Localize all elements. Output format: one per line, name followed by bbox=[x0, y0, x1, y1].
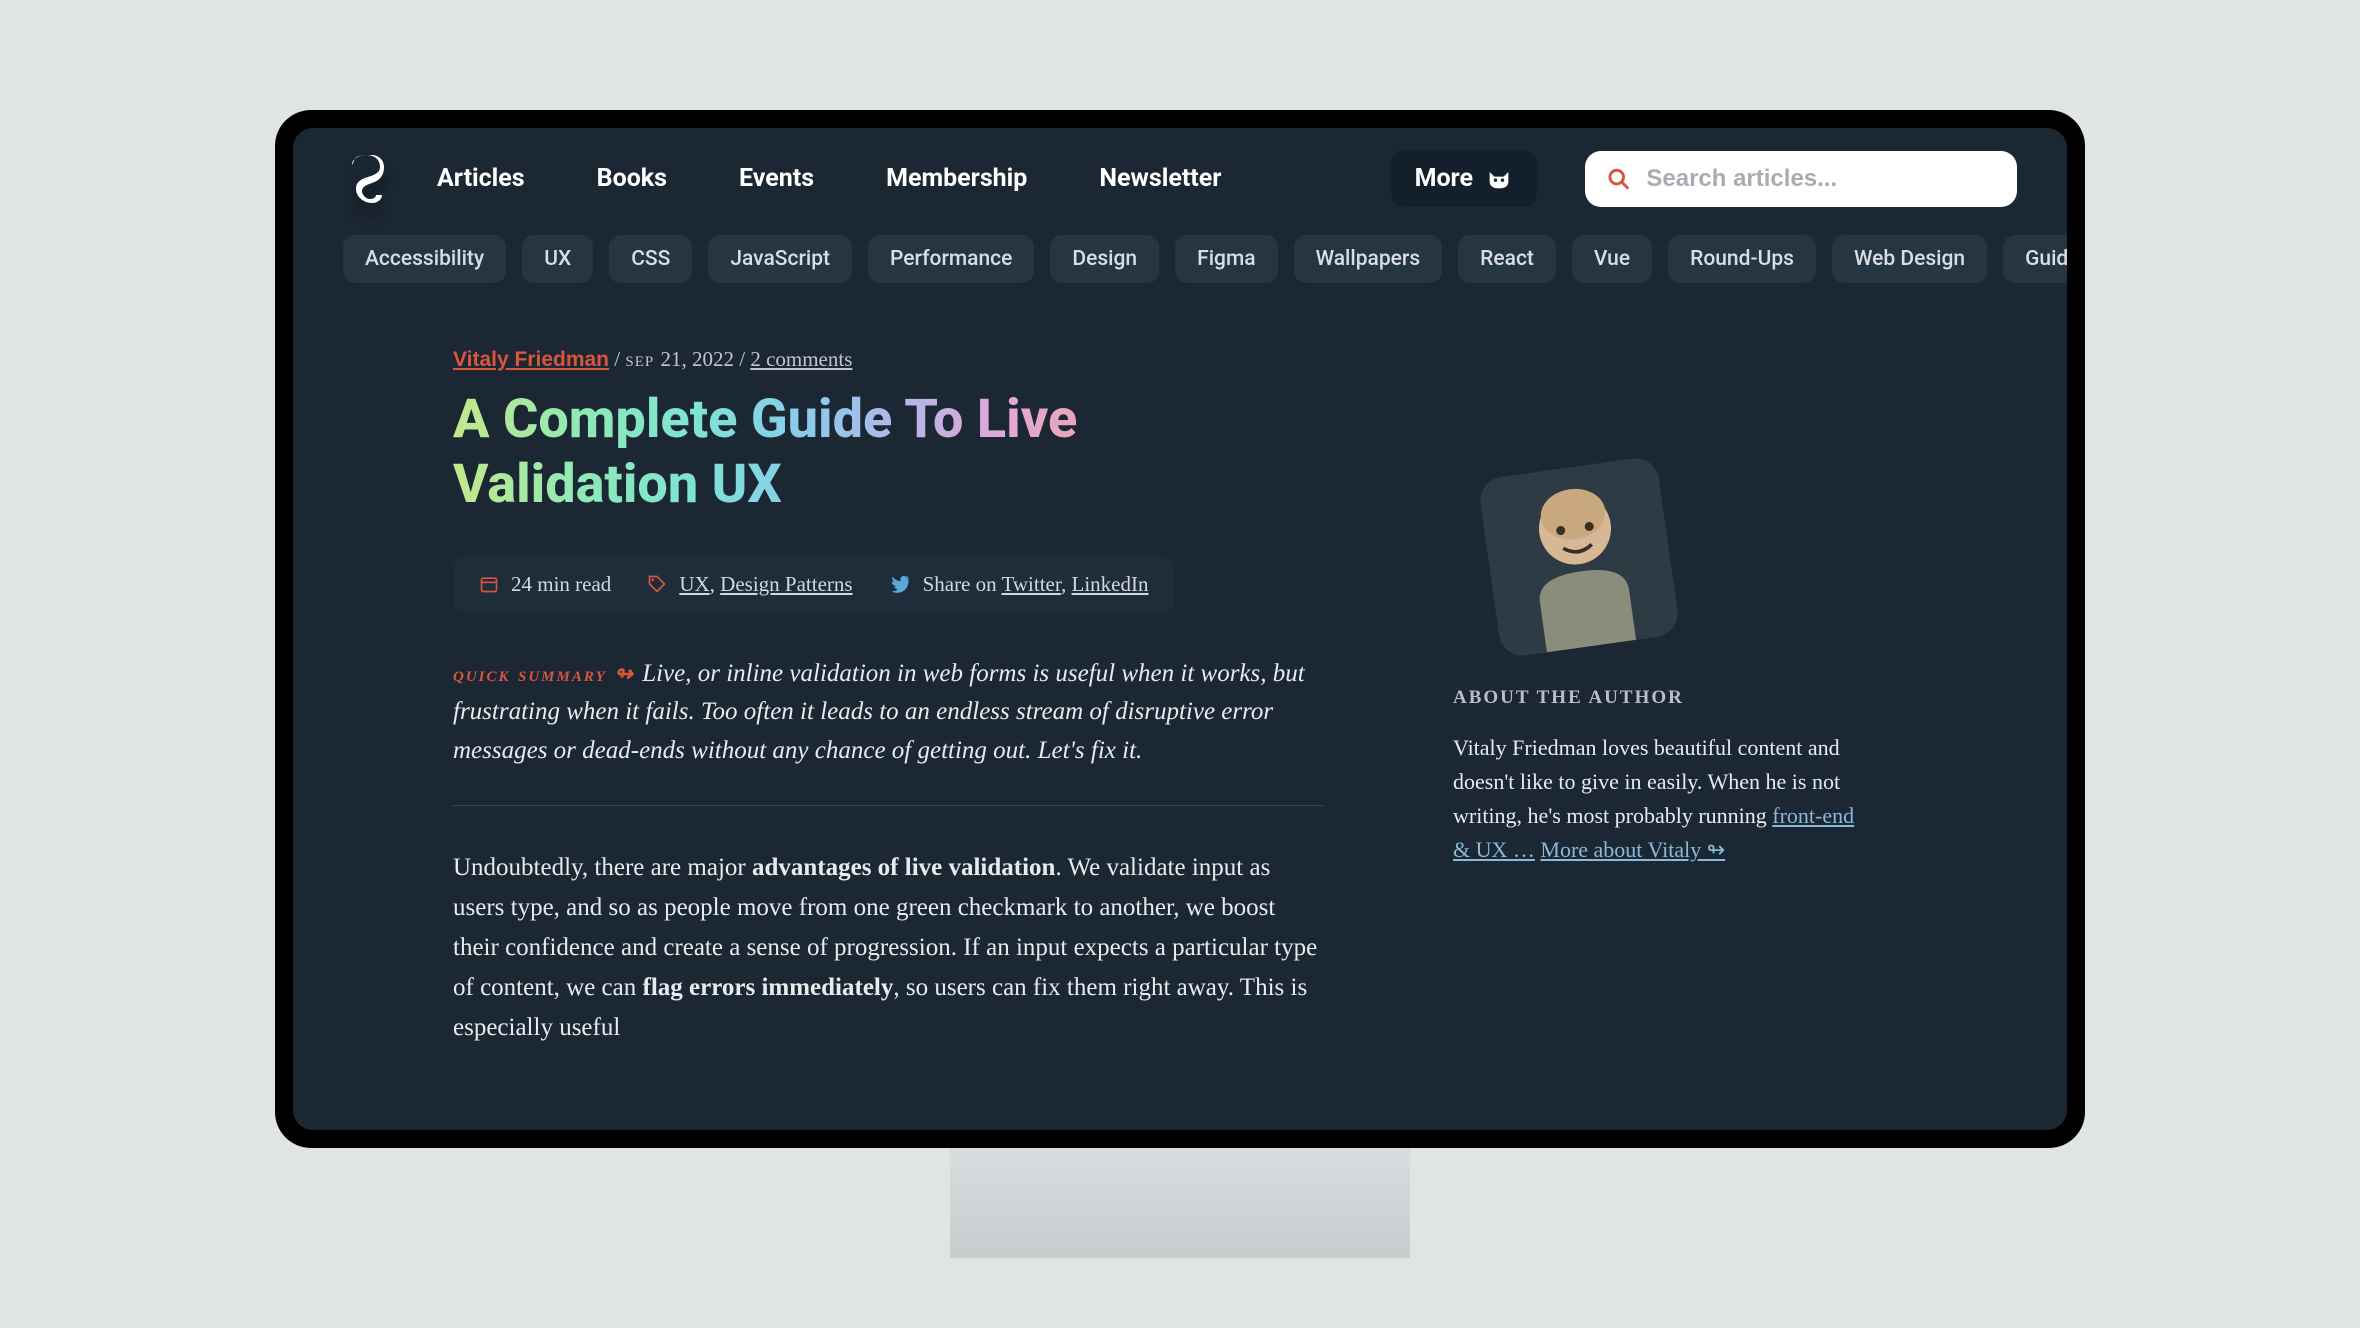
cat-icon bbox=[1485, 165, 1513, 193]
tag-javascript[interactable]: JavaScript bbox=[708, 235, 852, 283]
body-1a: Undoubtedly, there are major bbox=[453, 854, 752, 881]
search-input[interactable] bbox=[1646, 165, 1995, 193]
meta-bar: 24 min read UX, Design Patterns Sha bbox=[453, 556, 1175, 613]
summary-label: quick summary ↬ bbox=[453, 661, 642, 686]
tag-link-ux[interactable]: UX bbox=[679, 572, 709, 596]
byline-sep1: / bbox=[609, 347, 625, 371]
content: Vitaly Friedman / sep 21, 2022 / 2 comme… bbox=[293, 301, 2067, 1048]
search-box[interactable] bbox=[1585, 151, 2017, 207]
share-twitter[interactable]: Twitter bbox=[1002, 572, 1062, 596]
share-prefix: Share on bbox=[923, 572, 1002, 596]
date-prefix: sep bbox=[625, 347, 660, 371]
main-column: Vitaly Friedman / sep 21, 2022 / 2 comme… bbox=[453, 347, 1323, 1048]
read-time: 24 min read bbox=[479, 572, 611, 597]
tag-css[interactable]: CSS bbox=[609, 235, 692, 283]
comments-link[interactable]: 2 comments bbox=[750, 347, 852, 371]
more-label: More bbox=[1415, 164, 1473, 193]
nav-events[interactable]: Events bbox=[739, 164, 814, 193]
quick-summary: quick summary ↬ Live, or inline validati… bbox=[453, 655, 1323, 771]
main-nav: Articles Books Events Membership Newslet… bbox=[437, 164, 1343, 193]
header: Articles Books Events Membership Newslet… bbox=[293, 128, 2067, 229]
tag-performance[interactable]: Performance bbox=[868, 235, 1034, 283]
byline: Vitaly Friedman / sep 21, 2022 / 2 comme… bbox=[453, 347, 1323, 372]
tag-figma[interactable]: Figma bbox=[1175, 235, 1277, 283]
share-sep: , bbox=[1061, 572, 1072, 596]
tag-vue[interactable]: Vue bbox=[1572, 235, 1652, 283]
nav-newsletter[interactable]: Newsletter bbox=[1099, 164, 1221, 193]
share-linkedin[interactable]: LinkedIn bbox=[1072, 572, 1149, 596]
body-1b: advantages of live validation bbox=[752, 854, 1056, 881]
tag-react[interactable]: React bbox=[1458, 235, 1556, 283]
tag-wallpapers[interactable]: Wallpapers bbox=[1294, 235, 1443, 283]
article-title: A Complete Guide To Live Validation UX bbox=[453, 388, 1323, 518]
nav-membership[interactable]: Membership bbox=[886, 164, 1027, 193]
site-logo[interactable] bbox=[343, 153, 389, 205]
byline-sep2: / bbox=[734, 347, 750, 371]
tag-icon bbox=[647, 574, 667, 594]
about-text: Vitaly Friedman loves beautiful content … bbox=[1453, 731, 1873, 867]
screen: Articles Books Events Membership Newslet… bbox=[293, 128, 2067, 1130]
nav-articles[interactable]: Articles bbox=[437, 164, 525, 193]
monitor-stand bbox=[950, 1148, 1410, 1258]
tag-webdesign[interactable]: Web Design bbox=[1832, 235, 1987, 283]
date-rest: 21, 2022 bbox=[660, 347, 734, 371]
author-photo[interactable] bbox=[1477, 455, 1680, 658]
read-time-text: 24 min read bbox=[511, 572, 611, 597]
article-tags: UX, Design Patterns bbox=[647, 572, 852, 597]
tag-guides[interactable]: Guides bbox=[2003, 235, 2067, 283]
nav-books[interactable]: Books bbox=[597, 164, 667, 193]
about-link-more[interactable]: More about Vitaly ↬ bbox=[1540, 837, 1725, 862]
more-button[interactable]: More bbox=[1391, 150, 1537, 207]
tag-ux[interactable]: UX bbox=[522, 235, 593, 283]
search-icon bbox=[1607, 166, 1630, 192]
tag-accessibility[interactable]: Accessibility bbox=[343, 235, 506, 283]
tag-design[interactable]: Design bbox=[1050, 235, 1159, 283]
twitter-icon bbox=[889, 573, 911, 595]
calendar-icon bbox=[479, 574, 499, 594]
about-heading: ABOUT THE AUTHOR bbox=[1453, 687, 1873, 709]
body-1d: flag errors immediately bbox=[643, 974, 894, 1001]
share-section: Share on Twitter, LinkedIn bbox=[889, 572, 1149, 597]
author-link[interactable]: Vitaly Friedman bbox=[453, 348, 609, 371]
sidebar: ABOUT THE AUTHOR Vitaly Friedman loves b… bbox=[1453, 347, 1873, 1048]
monitor-frame: Articles Books Events Membership Newslet… bbox=[275, 110, 2085, 1148]
body-paragraph-1: Undoubtedly, there are major advantages … bbox=[453, 848, 1323, 1048]
tag-link-patterns[interactable]: Design Patterns bbox=[720, 572, 852, 596]
tags-row: Accessibility UX CSS JavaScript Performa… bbox=[293, 229, 2067, 301]
divider bbox=[453, 805, 1323, 806]
tag-roundups[interactable]: Round-Ups bbox=[1668, 235, 1816, 283]
tag-sep: , bbox=[710, 572, 721, 596]
